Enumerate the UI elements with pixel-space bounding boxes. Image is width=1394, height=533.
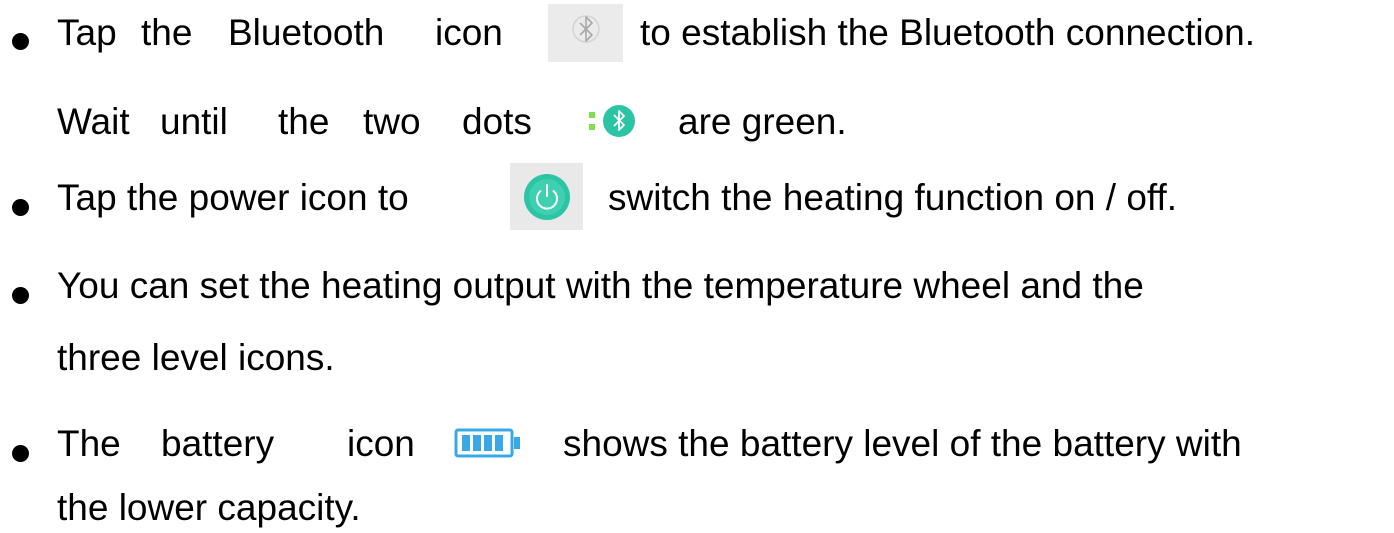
battery-icon-box [441, 419, 535, 467]
bullet [12, 445, 29, 462]
word: Wait [57, 101, 130, 142]
battery-icon [454, 428, 520, 458]
item3-line2: three level icons. [57, 337, 335, 378]
bluetooth-icon-box [548, 4, 623, 62]
bullet [12, 287, 29, 304]
word: until [160, 101, 228, 142]
bluetooth-icon [571, 15, 600, 43]
word: icon [347, 423, 415, 464]
bullet [12, 33, 29, 50]
word: battery [161, 423, 275, 464]
word: two [363, 101, 421, 142]
item4-line2: the lower capacity. [57, 487, 361, 528]
word: The [57, 423, 121, 464]
word: Tap [57, 12, 117, 53]
word: the [278, 101, 330, 142]
word: dots [462, 101, 532, 142]
word: the [141, 12, 193, 53]
word: icon [435, 12, 503, 53]
item3-line1: You can set the heating output with the … [57, 265, 1144, 306]
item1-line1-rest: to establish the Bluetooth connection. [640, 12, 1256, 53]
word: Bluetooth [228, 12, 385, 53]
connection-dots-box [563, 97, 658, 145]
item2-line1-rest: switch the heating function on / off. [608, 177, 1178, 218]
item1-line2-rest: are green. [678, 101, 847, 142]
item4-line1-rest: shows the battery level of the battery w… [563, 423, 1242, 464]
connection-dots-icon [588, 105, 635, 137]
power-icon [523, 173, 570, 220]
item2-line1-pre: Tap the power icon to [57, 177, 409, 218]
power-icon-box [510, 163, 583, 230]
bullet [12, 199, 29, 216]
